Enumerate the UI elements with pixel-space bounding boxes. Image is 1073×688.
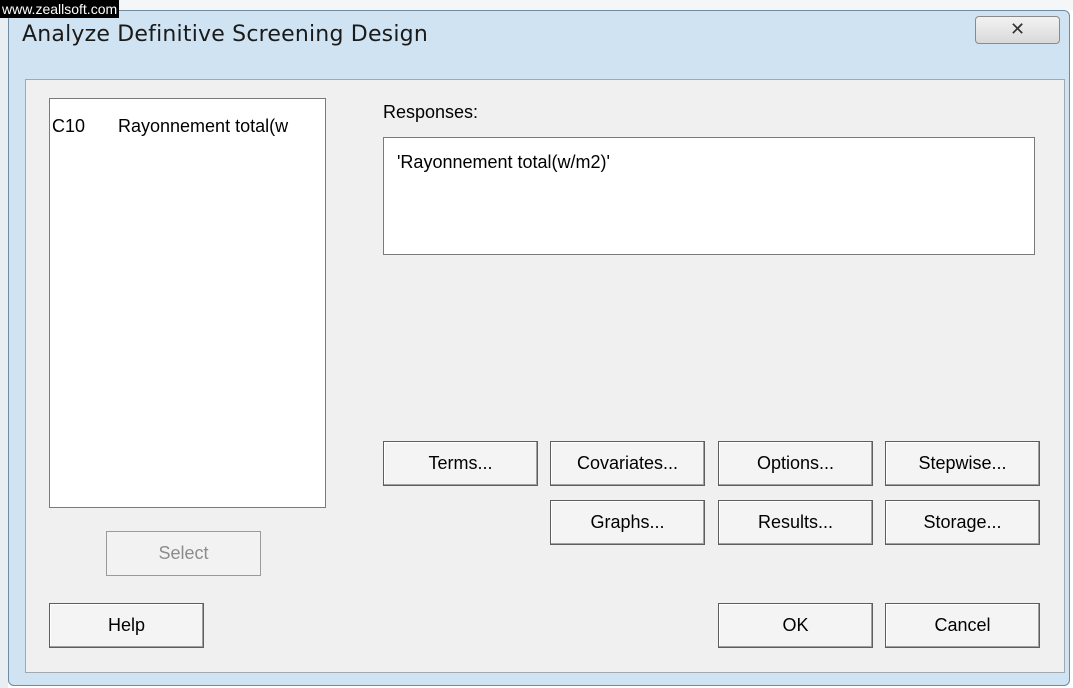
responses-label: Responses:: [383, 102, 479, 122]
close-button[interactable]: ✕: [975, 16, 1060, 44]
storage-button[interactable]: Storage...: [885, 500, 1040, 545]
help-button[interactable]: Help: [49, 603, 204, 648]
background-window: [0, 0, 8, 688]
ok-button[interactable]: OK: [718, 603, 873, 648]
results-button[interactable]: Results...: [718, 500, 873, 545]
covariates-button[interactable]: Covariates...: [550, 441, 705, 486]
terms-button[interactable]: Terms...: [383, 441, 538, 486]
responses-field[interactable]: 'Rayonnement total(w/m2)': [383, 137, 1035, 255]
column-name: Rayonnement total(w: [118, 116, 289, 136]
variable-list[interactable]: C10 Rayonnement total(w: [49, 98, 326, 508]
dialog-title: Analyze Definitive Screening Design: [22, 22, 428, 47]
graphs-button[interactable]: Graphs...: [550, 500, 705, 545]
list-item[interactable]: C10 Rayonnement total(w: [52, 116, 288, 137]
close-x-icon: ✕: [1009, 19, 1026, 40]
watermark-label: www.zeallsoft.com: [0, 0, 120, 18]
responses-value: 'Rayonnement total(w/m2)': [397, 152, 610, 172]
background-window-top: [0, 0, 1073, 10]
stepwise-button[interactable]: Stepwise...: [885, 441, 1040, 486]
select-button[interactable]: Select: [106, 531, 261, 576]
cancel-button[interactable]: Cancel: [885, 603, 1040, 648]
column-id: C10: [52, 116, 86, 136]
options-button[interactable]: Options...: [718, 441, 873, 486]
